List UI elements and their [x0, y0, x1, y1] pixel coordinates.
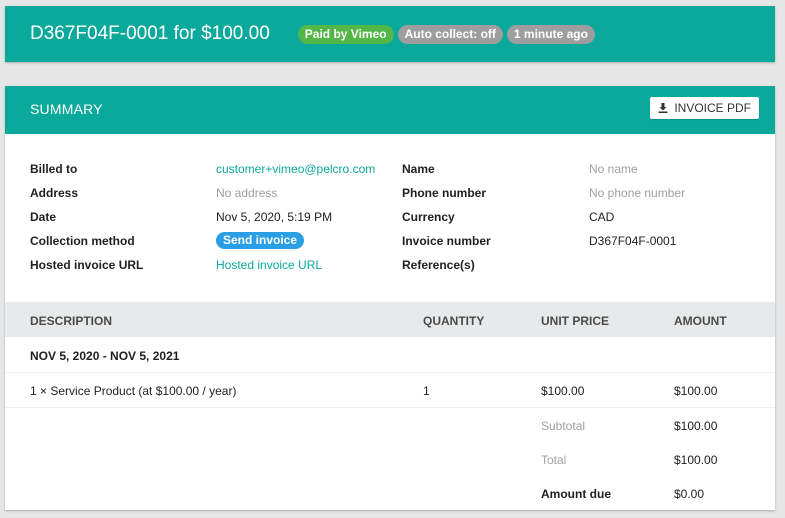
table-header-row: DESCRIPTION QUANTITY UNIT PRICE AMOUNT — [5, 302, 775, 337]
summary-card: SUMMARY INVOICE PDF Billed to customer+v… — [5, 86, 775, 510]
references-label: Reference(s) — [402, 258, 475, 272]
date-value: Nov 5, 2020, 5:19 PM — [216, 210, 333, 224]
amount-due-value: $0.00 — [674, 487, 705, 501]
auto-collect-badge: Auto collect: off — [397, 24, 503, 44]
subtotal-label: Subtotal — [541, 419, 586, 433]
paid-status-badge: Paid by Vimeo — [297, 24, 394, 44]
collection-method-label: Collection method — [30, 234, 135, 248]
description-column-header: DESCRIPTION — [30, 314, 113, 328]
address-label: Address — [30, 186, 79, 200]
total-value: $100.00 — [674, 453, 718, 467]
currency-label: Currency — [402, 210, 455, 224]
invoice-title: D367F04F-0001 for $100.00 — [30, 23, 270, 44]
invoice-pdf-button[interactable]: INVOICE PDF — [650, 97, 759, 119]
summary-title: SUMMARY — [30, 101, 103, 117]
invoice-number-label: Invoice number — [402, 234, 491, 248]
invoice-pdf-label: INVOICE PDF — [674, 101, 751, 115]
timestamp-badge: 1 minute ago — [506, 24, 595, 44]
currency-value: CAD — [589, 210, 615, 224]
address-value: No address — [216, 186, 278, 200]
amount-due-label: Amount due — [541, 487, 611, 501]
hosted-invoice-url-link[interactable]: Hosted invoice URL — [216, 258, 322, 272]
table-row: 1 × Service Product (at $100.00 / year) … — [5, 373, 775, 408]
amount-due-row: Amount due $0.00 — [5, 476, 775, 510]
billed-to-email-link[interactable]: customer+vimeo@pelcro.com — [216, 162, 375, 176]
billing-period: NOV 5, 2020 - NOV 5, 2021 — [30, 349, 180, 363]
summary-card-header: SUMMARY INVOICE PDF — [5, 86, 775, 134]
name-value: No name — [589, 162, 638, 176]
line-item-quantity: 1 — [423, 384, 430, 398]
phone-number-value: No phone number — [589, 186, 686, 200]
name-label: Name — [402, 162, 435, 176]
billed-to-label: Billed to — [30, 162, 78, 176]
total-row: Total $100.00 — [5, 442, 775, 476]
line-item-description: 1 × Service Product (at $100.00 / year) — [30, 384, 237, 398]
hosted-invoice-url-label: Hosted invoice URL — [30, 258, 144, 272]
subtotal-value: $100.00 — [674, 419, 718, 433]
invoice-details: Billed to customer+vimeo@pelcro.com Addr… — [5, 134, 775, 302]
phone-number-label: Phone number — [402, 186, 487, 200]
amount-column-header: AMOUNT — [674, 314, 727, 328]
billing-period-row: NOV 5, 2020 - NOV 5, 2021 — [5, 337, 775, 373]
invoice-number-value: D367F04F-0001 — [589, 234, 677, 248]
send-invoice-badge[interactable]: Send invoice — [216, 232, 305, 249]
subtotal-row: Subtotal $100.00 — [5, 408, 775, 442]
line-items-table: DESCRIPTION QUANTITY UNIT PRICE AMOUNT N… — [5, 302, 775, 510]
line-item-amount: $100.00 — [674, 384, 718, 398]
unit-price-column-header: UNIT PRICE — [541, 314, 610, 328]
invoice-header-banner: D367F04F-0001 for $100.00 Paid by Vimeo … — [5, 6, 775, 62]
line-item-unit-price: $100.00 — [541, 384, 585, 398]
quantity-column-header: QUANTITY — [423, 314, 485, 328]
date-label: Date — [30, 210, 57, 224]
total-label: Total — [541, 453, 567, 467]
download-icon — [658, 103, 668, 113]
